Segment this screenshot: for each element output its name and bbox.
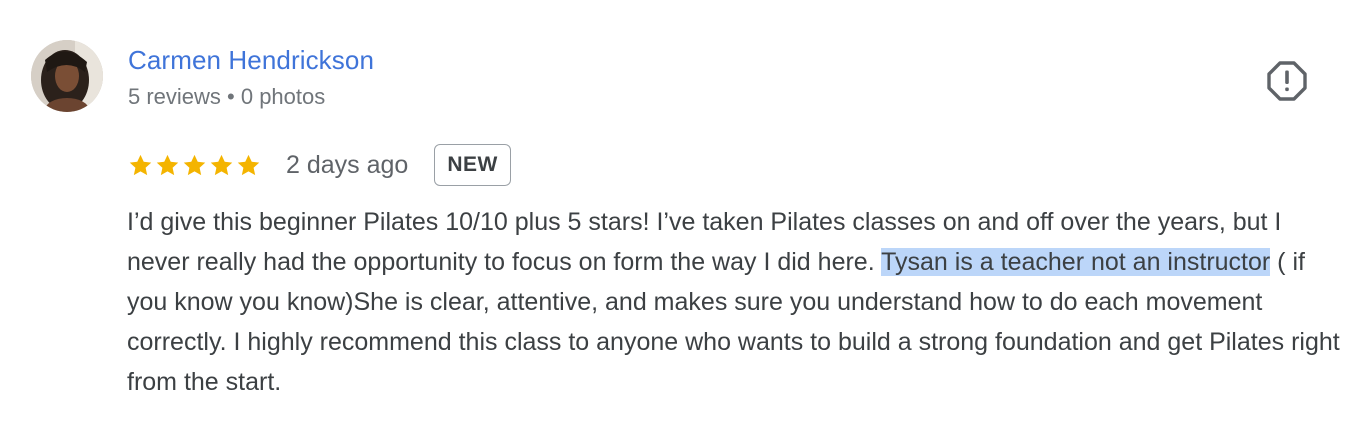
star-icon <box>183 154 206 175</box>
review-card: Carmen Hendrickson 5 reviews • 0 photos … <box>0 0 1362 432</box>
author-stats: 5 reviews • 0 photos <box>128 84 326 109</box>
author-name-link[interactable]: Carmen Hendrickson <box>128 45 374 76</box>
star-icon <box>210 154 233 175</box>
new-badge: NEW <box>434 144 511 186</box>
star-icon <box>156 154 179 175</box>
star-icon <box>237 154 260 175</box>
review-date: 2 days ago <box>286 150 409 179</box>
report-review-button[interactable] <box>1266 60 1308 102</box>
selected-text: Tysan is a teacher not an instructor <box>881 248 1271 276</box>
avatar-image <box>31 40 103 112</box>
star-rating <box>128 153 261 178</box>
report-octagon-icon <box>1267 61 1307 101</box>
rating-row: 2 days ago NEW <box>128 142 511 188</box>
avatar[interactable] <box>31 40 103 112</box>
star-icon <box>129 154 152 175</box>
review-text: I’d give this beginner Pilates 10/10 plu… <box>127 202 1342 402</box>
